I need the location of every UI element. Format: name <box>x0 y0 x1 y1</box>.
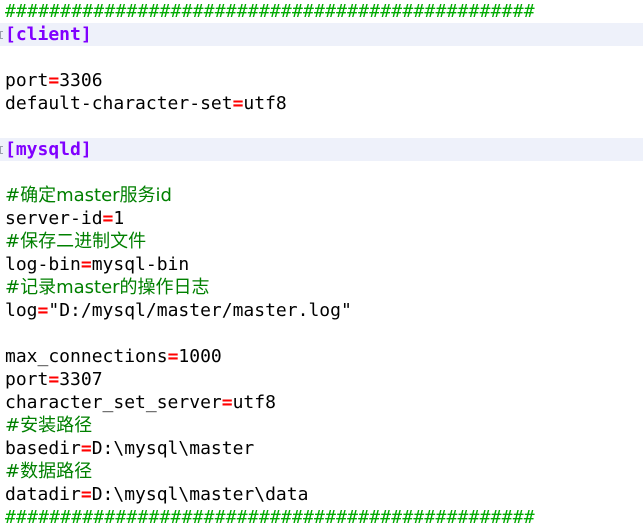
setting-value: 1000 <box>178 346 222 367</box>
setting-key: port <box>5 369 49 390</box>
setting-key: log <box>5 300 38 321</box>
equals-sign: = <box>102 208 114 229</box>
setting-key: port <box>5 70 49 91</box>
setting-line[interactable]: log-bin=mysql-bin <box>0 253 643 276</box>
setting-key: character_set_server <box>5 392 222 413</box>
setting-value: 3307 <box>59 369 103 390</box>
fold-marker-icon[interactable] <box>0 31 3 39</box>
setting-value: D:\mysql\master\data <box>91 484 309 505</box>
setting-key: basedir <box>5 438 81 459</box>
setting-key: max_connections <box>5 346 168 367</box>
setting-line[interactable]: log="D:/mysql/master/master.log" <box>0 299 643 322</box>
comment-line[interactable]: #记录master的操作日志 <box>0 276 643 299</box>
comment-text: #确定master服务id <box>5 185 172 206</box>
setting-value: 3306 <box>59 70 103 91</box>
comment-line[interactable]: #保存二进制文件 <box>0 230 643 253</box>
setting-key: datadir <box>5 484 81 505</box>
setting-line[interactable]: max_connections=1000 <box>0 345 643 368</box>
separator-text: ########################################… <box>5 1 535 22</box>
code-editor[interactable]: ########################################… <box>0 0 643 530</box>
equals-sign: = <box>48 369 60 390</box>
blank-line[interactable] <box>0 115 643 138</box>
setting-line[interactable]: default-character-set=utf8 <box>0 92 643 115</box>
setting-key: server-id <box>5 208 103 229</box>
section-name: [client] <box>5 24 92 45</box>
section-header-line[interactable]: [mysqld] <box>0 138 643 161</box>
equals-sign: = <box>167 346 179 367</box>
equals-sign: = <box>232 93 244 114</box>
equals-sign: = <box>37 300 49 321</box>
separator-text: ########################################… <box>5 507 535 528</box>
fold-marker-icon[interactable] <box>0 146 3 154</box>
setting-key: log-bin <box>5 254 81 275</box>
setting-line[interactable]: basedir=D:\mysql\master <box>0 437 643 460</box>
blank-line[interactable] <box>0 322 643 345</box>
section-name: [mysqld] <box>5 139 92 160</box>
separator-line[interactable]: ########################################… <box>0 506 643 529</box>
setting-value: 1 <box>113 208 125 229</box>
comment-line[interactable]: #安装路径 <box>0 414 643 437</box>
comment-line[interactable]: #确定master服务id <box>0 184 643 207</box>
separator-line[interactable]: ########################################… <box>0 0 643 23</box>
equals-sign: = <box>80 438 92 459</box>
blank-line[interactable] <box>0 46 643 69</box>
equals-sign: = <box>80 484 92 505</box>
comment-text: #安装路径 <box>5 415 93 436</box>
setting-value: D:\mysql\master <box>91 438 255 459</box>
equals-sign: = <box>48 70 60 91</box>
setting-key: default-character-set <box>5 93 233 114</box>
blank-line[interactable] <box>0 161 643 184</box>
setting-value: mysql-bin <box>91 254 190 275</box>
setting-line[interactable]: port=3307 <box>0 368 643 391</box>
comment-text: #保存二进制文件 <box>5 231 147 252</box>
setting-line[interactable]: datadir=D:\mysql\master\data <box>0 483 643 506</box>
setting-value: utf8 <box>232 392 276 413</box>
equals-sign: = <box>80 254 92 275</box>
comment-line[interactable]: #数据路径 <box>0 460 643 483</box>
setting-value: "D:/mysql/master/master.log" <box>48 300 352 321</box>
comment-text: #记录master的操作日志 <box>5 277 210 298</box>
equals-sign: = <box>221 392 233 413</box>
section-header-line[interactable]: [client] <box>0 23 643 46</box>
setting-line[interactable]: character_set_server=utf8 <box>0 391 643 414</box>
setting-line[interactable]: server-id=1 <box>0 207 643 230</box>
setting-line[interactable]: port=3306 <box>0 69 643 92</box>
comment-text: #数据路径 <box>5 461 93 482</box>
setting-value: utf8 <box>243 93 287 114</box>
